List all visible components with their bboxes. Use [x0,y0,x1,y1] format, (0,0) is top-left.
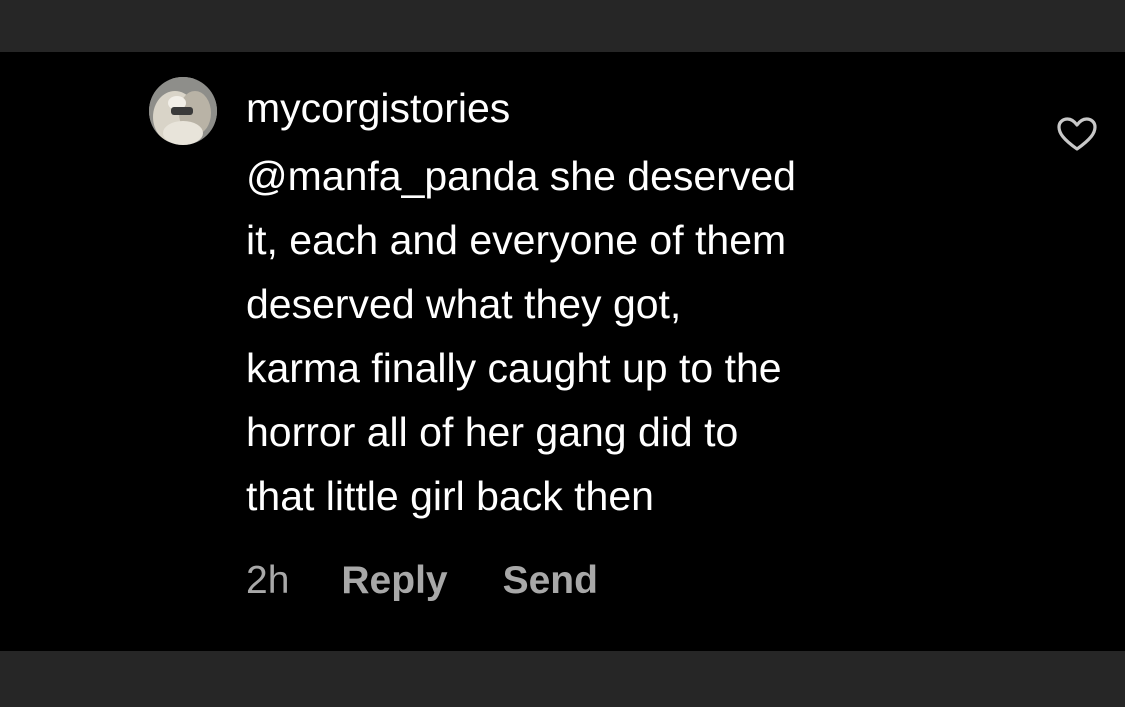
comment-text: @manfa_panda she deserved it, each and e… [246,144,1006,528]
top-frame-bar [0,0,1125,52]
comment-text-line: horror all of her gang did to [246,409,739,455]
bottom-frame-bar [0,651,1125,707]
comment-text-line: that little girl back then [246,473,654,519]
send-button[interactable]: Send [503,559,598,603]
comment-text-line: deserved what they got, [246,281,682,327]
heart-outline-icon [1057,117,1097,151]
avatar-photo-icon [149,77,217,145]
comment-text-line: @manfa_panda she deserved [246,153,796,199]
like-button[interactable] [1055,115,1099,153]
comment-timestamp: 2h [246,559,290,602]
comment-text-line: karma finally caught up to the [246,345,782,391]
avatar[interactable] [149,77,217,145]
comment-username[interactable]: mycorgistories [246,82,510,134]
reply-button[interactable]: Reply [341,559,447,603]
comment-actions: 2h Reply Send [246,553,653,609]
comment-text-line: it, each and everyone of them [246,217,787,263]
